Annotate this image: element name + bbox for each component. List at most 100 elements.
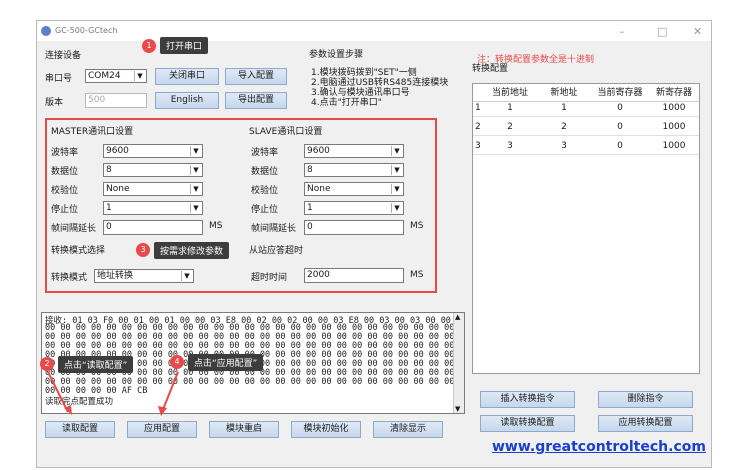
step-3: 3.确认与模块通讯串口号 [311,88,410,98]
minimize-button[interactable]: – [619,25,625,38]
insert-command-button[interactable]: 插入转换指令 [480,391,575,408]
master-gap-label: 帧间隔延长 [51,224,97,234]
master-data-select[interactable]: 8 ▼ [103,163,203,177]
close-button[interactable]: ✕ [693,25,702,38]
chevron-down-icon: ▼ [391,146,402,156]
row-number: 3 [475,141,481,151]
scroll-up-icon[interactable]: ▲ [455,313,460,321]
maximize-button[interactable]: □ [657,25,667,38]
arrow-head-icon [158,406,167,416]
slave-data-label: 数据位 [251,167,279,177]
table-cell[interactable]: 0 [591,122,649,132]
table-cell[interactable]: 3 [539,141,589,151]
arrow-to-apply-config [161,371,179,413]
slave-gap-unit: MS [410,221,424,231]
slave-baud-select[interactable]: 9600 ▼ [304,144,404,158]
version-label: 版本 [45,98,64,108]
slave-data-select[interactable]: 8 ▼ [304,163,404,177]
master-gap-unit: MS [209,221,223,231]
delete-command-button[interactable]: 删除指令 [598,391,693,408]
table-cell[interactable]: 1 [539,103,589,113]
row-divider [473,154,699,155]
annotation-arrows [47,371,179,416]
step-4: 4.点击"打开串口" [311,98,382,108]
table-cell[interactable]: 0 [591,103,649,113]
language-button[interactable]: English [155,92,219,109]
chevron-down-icon: ▼ [391,203,402,213]
apply-conversion-button[interactable]: 应用转换配置 [598,415,693,432]
slave-gap-input[interactable]: 0 [304,220,404,235]
module-init-button[interactable]: 模块初始化 [291,421,361,438]
chevron-down-icon: ▼ [391,165,402,175]
website-link[interactable]: www.greatcontroltech.com [492,439,706,455]
module-restart-button[interactable]: 模块重启 [209,421,279,438]
master-gap-input[interactable]: 0 [103,220,203,235]
window-title: GC-500-GCtech [55,26,118,35]
timeout-unit: MS [410,270,424,280]
export-config-button[interactable]: 导出配置 [225,92,287,109]
annotation-1-badge: 1 [142,39,156,53]
master-parity-select[interactable]: None ▼ [103,182,203,196]
slave-parity-select[interactable]: None ▼ [304,182,404,196]
slave-gap-label: 帧间隔延长 [251,224,297,234]
annotation-4-badge: 4 [170,355,184,369]
annotation-1-label: 打开串口 [160,37,209,54]
annotation-4-label: 点击“应用配置” [188,354,264,371]
table-cell[interactable]: 2 [539,122,589,132]
chevron-down-icon: ▼ [190,165,201,175]
import-config-button[interactable]: 导入配置 [225,68,287,85]
table-cell[interactable]: 3 [485,141,535,151]
annotation-3-badge: 3 [136,243,150,257]
clear-display-button[interactable]: 清除显示 [373,421,443,438]
slave-stop-select[interactable]: 1 ▼ [304,201,404,215]
chevron-down-icon: ▼ [190,203,201,213]
port-label: 串口号 [45,74,73,84]
version-field: 500 [85,93,147,108]
timeout-label: 超时时间 [251,273,288,283]
master-baud-label: 波特率 [51,148,79,158]
header-divider [473,101,699,102]
row-number: 1 [475,103,481,113]
mode-select[interactable]: 地址转换 ▼ [94,269,194,283]
master-baud-select[interactable]: 9600 ▼ [103,144,203,158]
log-scrollbar[interactable]: ▲ ▼ [453,313,464,413]
chevron-down-icon: ▼ [190,184,201,194]
table-cell[interactable]: 1000 [649,103,699,113]
slave-title: SLAVE通讯口设置 [249,127,323,137]
table-cell[interactable]: 0 [591,141,649,151]
master-parity-label: 校验位 [51,186,79,196]
annotation-3-label: 按需求修改参数 [154,242,230,259]
read-conversion-button[interactable]: 读取转换配置 [480,415,575,432]
port-select[interactable]: COM24 ▼ [85,69,147,83]
chevron-down-icon: ▼ [190,146,201,156]
conversion-table[interactable]: 当前地址 新地址 当前寄存器 新寄存器 1 1 1 0 1000 2 2 2 0… [472,83,700,374]
timeout-title: 从站应答超时 [249,246,304,256]
master-title: MASTER通讯口设置 [51,127,134,137]
close-port-button[interactable]: 关闭串口 [155,68,219,85]
master-stop-select[interactable]: 1 ▼ [103,201,203,215]
read-config-button[interactable]: 读取配置 [45,421,115,438]
table-cell[interactable]: 1 [485,103,535,113]
slave-baud-label: 波特率 [251,148,279,158]
table-cell[interactable]: 1000 [649,141,699,151]
mode-select-title: 转换模式选择 [51,246,106,256]
chevron-down-icon: ▼ [181,271,192,281]
row-divider [473,135,699,136]
mode-label: 转换模式 [51,273,88,283]
step-1: 1.模块拨码拨到"SET"一侧 [311,68,417,78]
annotation-2-badge: 2 [40,357,54,371]
chevron-down-icon: ▼ [134,71,145,81]
row-number: 2 [475,122,481,132]
slave-parity-label: 校验位 [251,186,279,196]
slave-stop-label: 停止位 [251,205,279,215]
header-new-register: 新寄存器 [655,88,692,98]
apply-config-button[interactable]: 应用配置 [127,421,197,438]
master-stop-label: 停止位 [51,205,79,215]
timeout-input[interactable]: 2000 [304,268,404,283]
scroll-down-icon[interactable]: ▼ [455,405,460,413]
arrow-to-read-config [47,371,69,413]
step-2: 2.电脑通过USB转RS485连接模块 [311,78,449,88]
table-cell[interactable]: 2 [485,122,535,132]
table-cell[interactable]: 1000 [649,122,699,132]
title-bar: GC-500-GCtech – □ ✕ [37,21,711,41]
